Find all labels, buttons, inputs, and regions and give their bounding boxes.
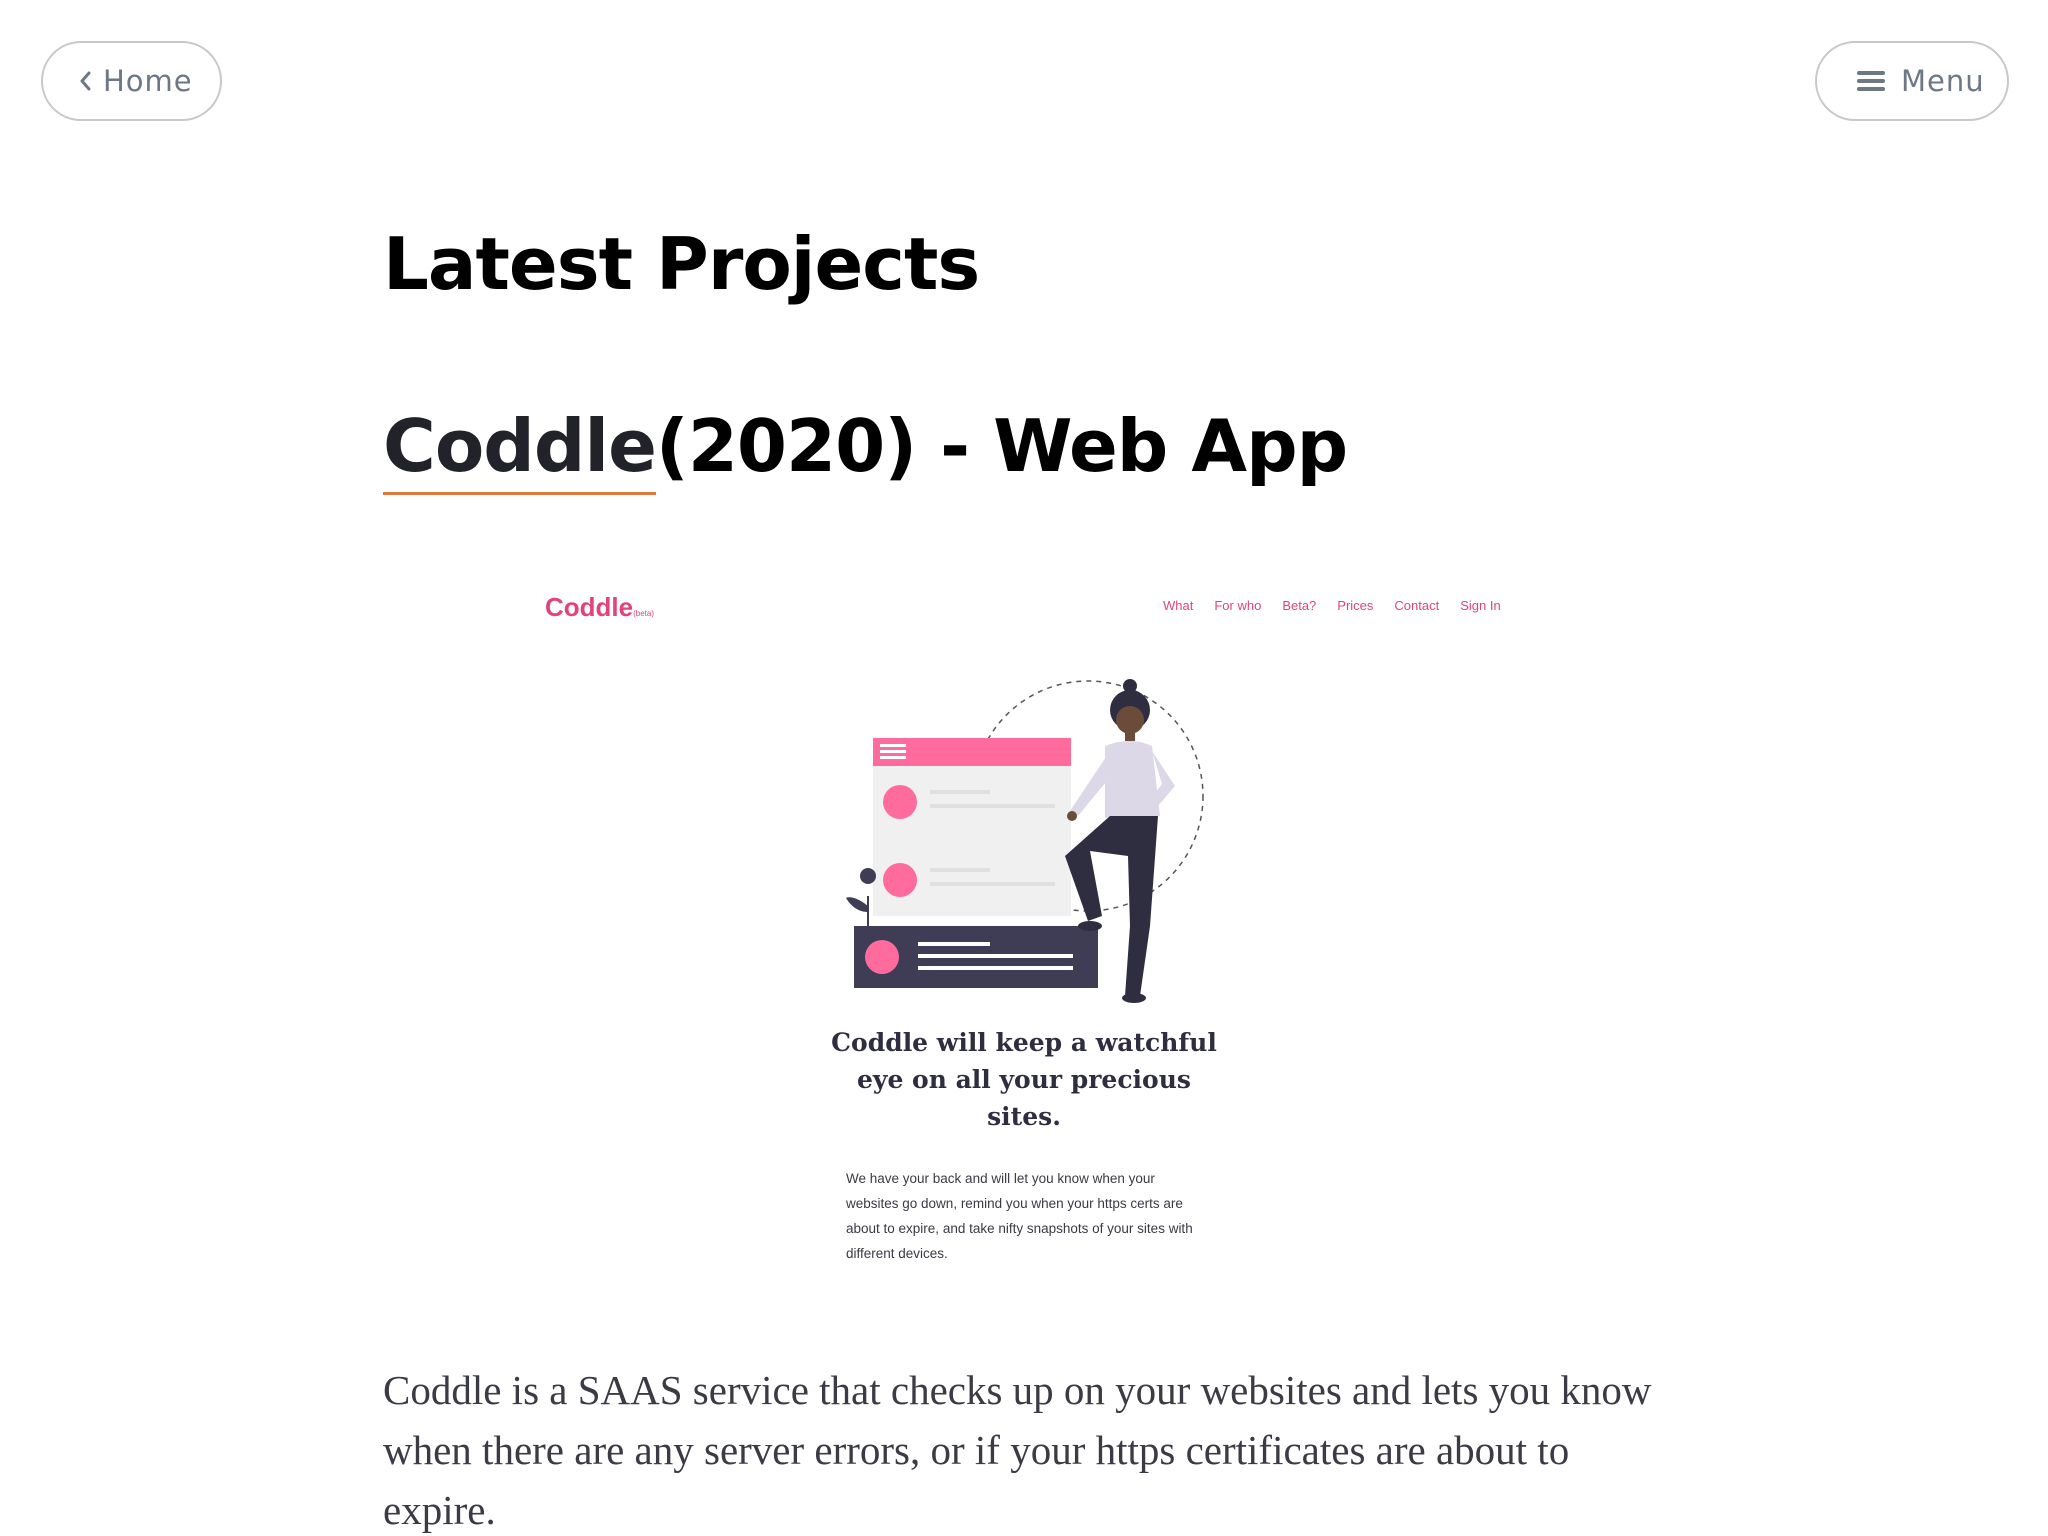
page: Home Menu Latest Projects Coddle(2020) -… [0,0,2048,1536]
project-link[interactable]: Coddle [383,404,657,495]
project-title: Coddle(2020) - Web App [383,404,1348,495]
menu-button-label: Menu [1901,64,1985,98]
screenshot-nav-item: For who [1214,598,1262,613]
screenshot-logo: Coddle(beta) [545,592,654,623]
screenshot-nav: What For who Beta? Prices Contact Sign I… [1163,598,1501,613]
chevron-left-icon [79,71,91,91]
hero-illustration [846,679,1204,1003]
screenshot-tagline: Coddle will keep a watchful eye on all y… [831,1028,1217,1131]
home-button[interactable]: Home [41,41,222,121]
hamburger-icon [1857,71,1885,91]
screenshot-nav-item: Prices [1337,598,1374,613]
screenshot-nav-item: Beta? [1282,598,1317,613]
section-title: Latest Projects [383,222,980,306]
menu-button[interactable]: Menu [1815,41,2009,121]
screenshot-nav-item: Contact [1394,598,1440,613]
screenshot-description: We have your back and will let you know … [846,1171,1193,1261]
screenshot-logo-badge: (beta) [633,609,655,618]
project-description: Coddle is a SAAS service that checks up … [383,1367,1652,1533]
screenshot-logo-text: Coddle [545,592,634,622]
screenshot-nav-item: What [1163,598,1194,613]
project-title-suffix: (2020) - Web App [655,404,1348,488]
home-button-label: Home [103,64,193,98]
screenshot-nav-item: Sign In [1460,598,1501,613]
